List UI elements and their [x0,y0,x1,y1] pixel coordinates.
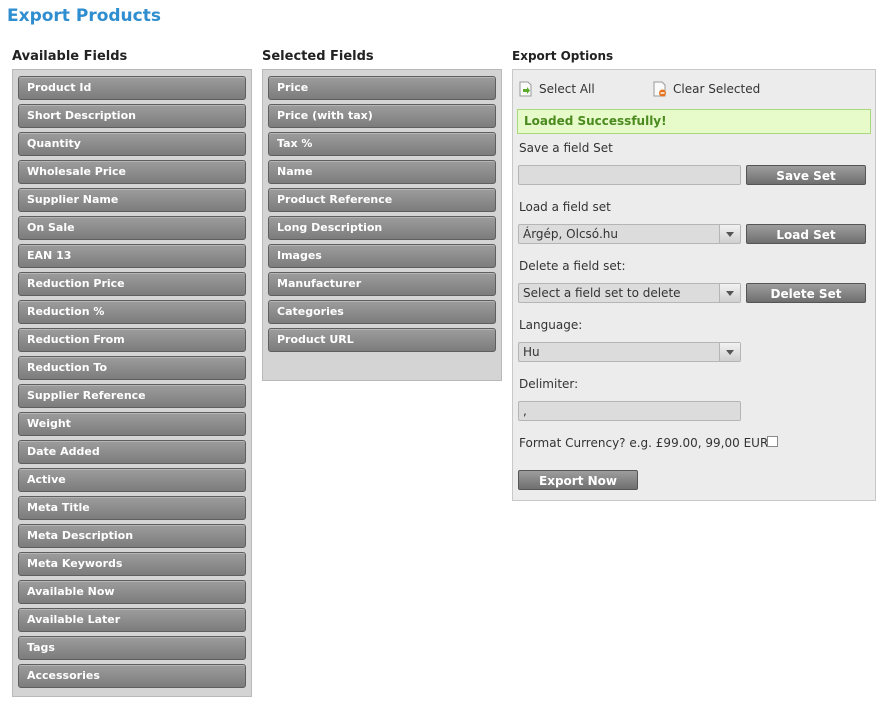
field-item[interactable]: Product Id [18,76,246,100]
success-message: Loaded Successfully! [517,109,871,134]
field-item[interactable]: Active [18,468,246,492]
field-item[interactable]: Weight [18,412,246,436]
field-item[interactable]: Reduction % [18,300,246,324]
field-item[interactable]: Price [268,76,496,100]
field-item[interactable]: Supplier Name [18,188,246,212]
delete-field-set-select[interactable]: Select a field set to delete [518,283,741,303]
selected-fields-panel[interactable]: Price Price (with tax) Tax % Name Product Re… [262,69,502,381]
page-title: Export Products [7,6,161,26]
delete-set-button[interactable]: Delete Set [746,283,866,303]
field-item[interactable]: Date Added [18,440,246,464]
field-item[interactable]: Long Description [268,216,496,240]
save-field-set-input[interactable] [518,165,741,185]
language-select[interactable]: Hu [518,342,741,362]
load-field-set-value: Árgép, Olcsó.hu [523,227,618,241]
format-currency-label: Format Currency? e.g. £99.00, 99,00 EUR [519,436,769,450]
field-item[interactable]: Available Later [18,608,246,632]
field-item[interactable]: Price (with tax) [268,104,496,128]
field-item[interactable]: Supplier Reference [18,384,246,408]
field-item[interactable]: Product Reference [268,188,496,212]
export-options-heading: Export Options [512,49,614,63]
select-all-icon [519,81,533,97]
field-item[interactable]: Meta Description [18,524,246,548]
select-all-button[interactable]: Select All [519,81,595,97]
export-now-button[interactable]: Export Now [518,470,638,490]
field-item[interactable]: Name [268,160,496,184]
field-item[interactable]: Images [268,244,496,268]
load-set-button[interactable]: Load Set [746,224,866,244]
field-item[interactable]: Reduction From [18,328,246,352]
clear-selected-button[interactable]: Clear Selected [653,81,760,97]
chevron-down-icon[interactable] [719,284,740,302]
field-item[interactable]: Categories [268,300,496,324]
selected-fields-heading: Selected Fields [262,49,374,64]
language-value: Hu [523,345,540,359]
select-all-label: Select All [539,82,595,96]
export-options-panel: Select All Clear Selected Loaded Success… [512,69,876,501]
field-item[interactable]: Meta Title [18,496,246,520]
delimiter-label: Delimiter: [519,377,579,391]
format-currency-checkbox[interactable] [767,436,778,447]
load-field-set-label: Load a field set [519,200,611,214]
field-item[interactable]: Available Now [18,580,246,604]
chevron-down-icon[interactable] [719,343,740,361]
field-item[interactable]: Tags [18,636,246,660]
available-fields-panel: Product Id Short Description Quantity Whole… [12,69,252,697]
field-item[interactable]: On Sale [18,216,246,240]
field-item[interactable]: Quantity [18,132,246,156]
save-field-set-label: Save a field Set [519,141,613,155]
field-item[interactable]: EAN 13 [18,244,246,268]
field-item[interactable]: Accessories [18,664,246,688]
field-item[interactable]: Meta Keywords [18,552,246,576]
field-item[interactable]: Short Description [18,104,246,128]
field-item[interactable]: Reduction To [18,356,246,380]
delete-field-set-label: Delete a field set: [519,259,626,273]
field-item[interactable]: Reduction Price [18,272,246,296]
delete-field-set-value: Select a field set to delete [523,286,681,300]
field-item[interactable]: Wholesale Price [18,160,246,184]
chevron-down-icon[interactable] [719,225,740,243]
available-fields-heading: Available Fields [12,49,128,64]
field-item[interactable]: Tax % [268,132,496,156]
language-label: Language: [519,318,583,332]
delimiter-input[interactable] [518,401,741,421]
field-item[interactable]: Product URL [268,328,496,352]
field-item[interactable]: Manufacturer [268,272,496,296]
save-set-button[interactable]: Save Set [746,165,866,185]
clear-selected-label: Clear Selected [673,82,761,96]
load-field-set-select[interactable]: Árgép, Olcsó.hu [518,224,741,244]
clear-selected-icon [653,81,667,97]
